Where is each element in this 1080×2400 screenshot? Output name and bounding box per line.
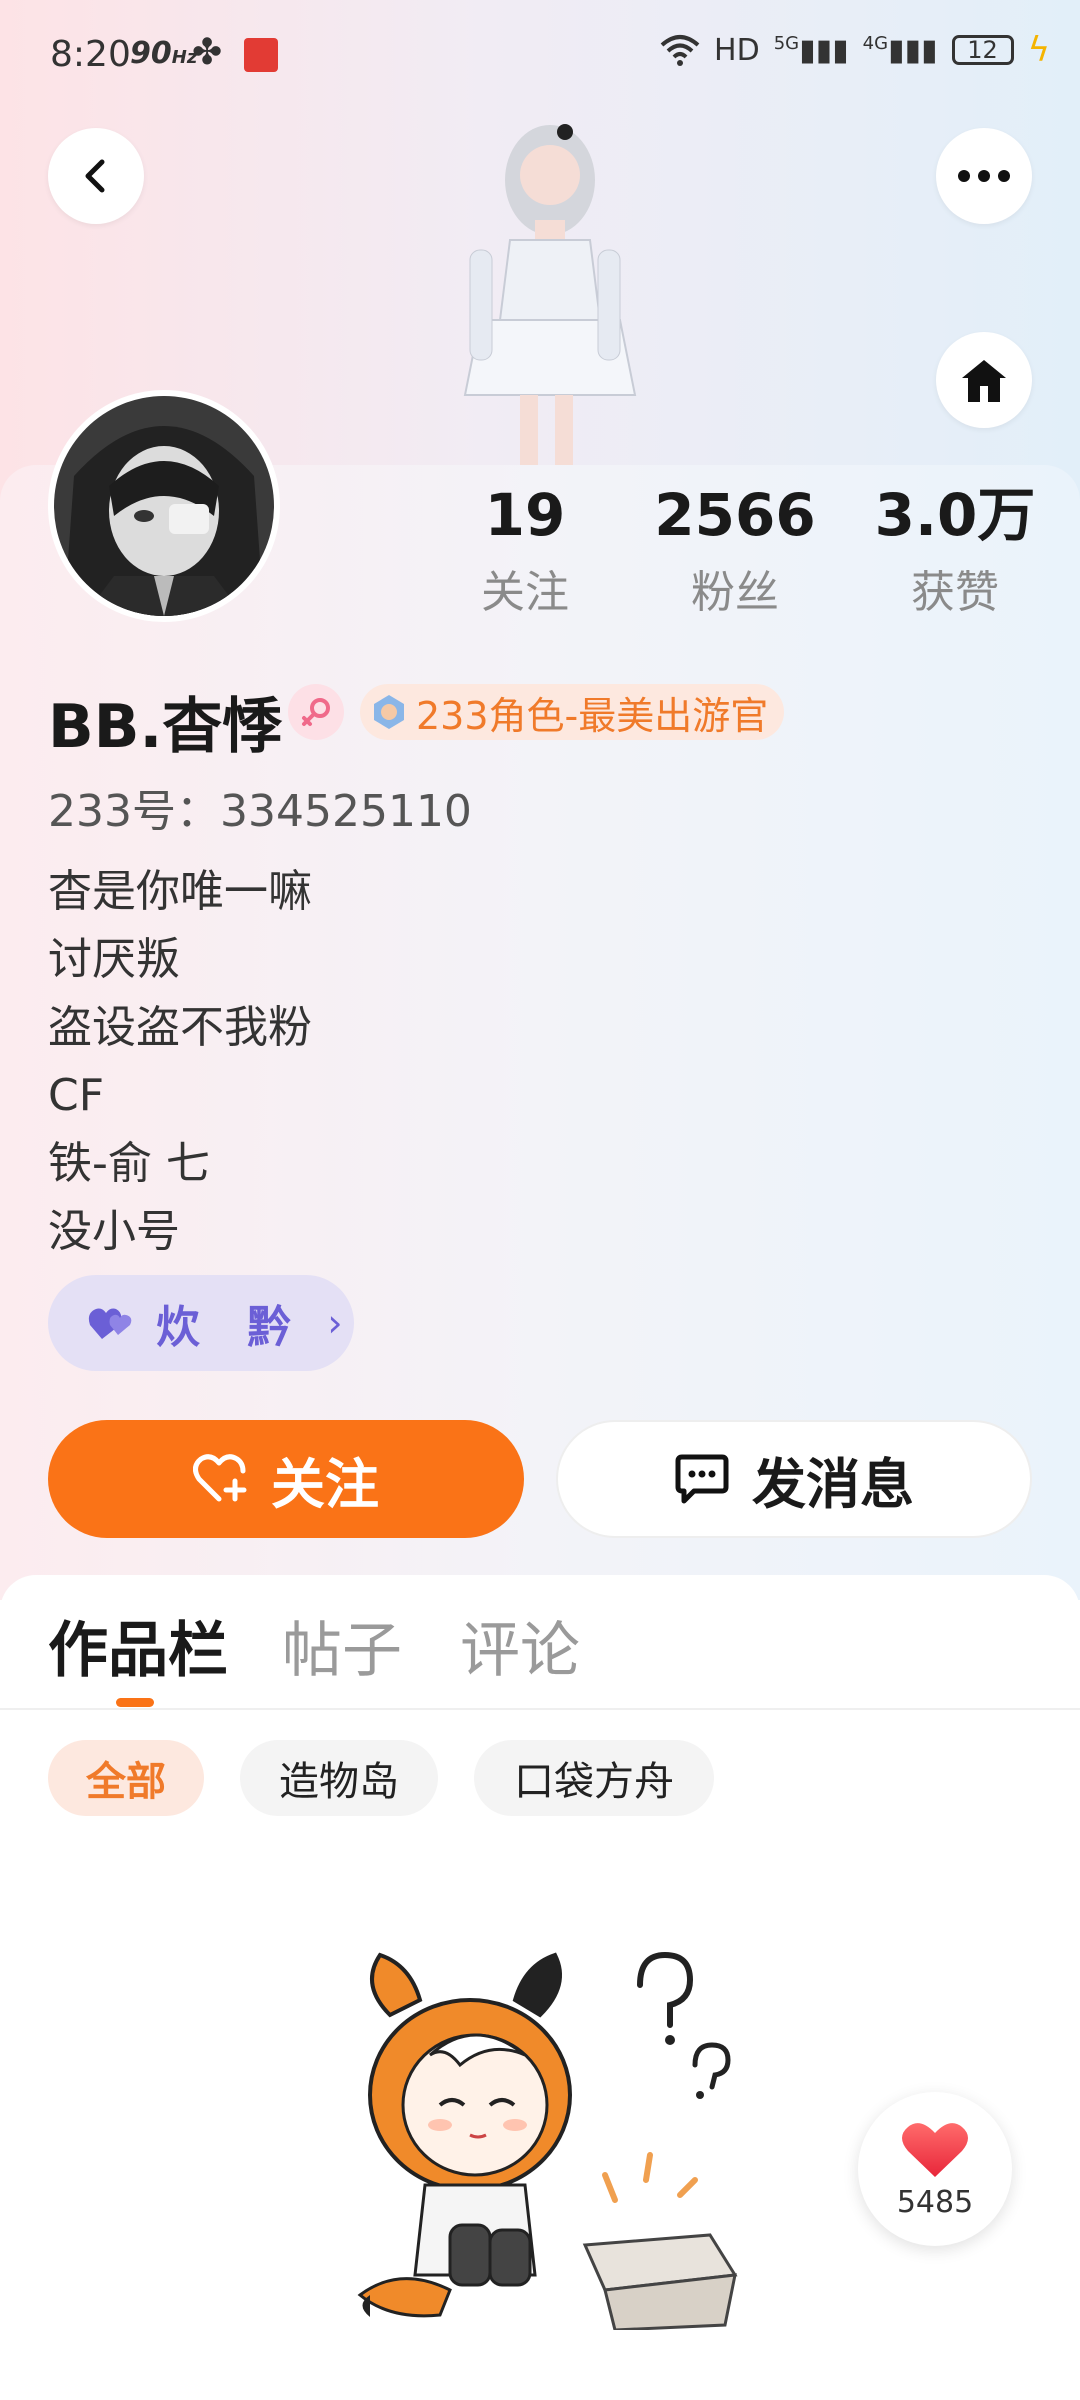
- stat-value: 19: [484, 481, 566, 549]
- home-icon: [962, 360, 1006, 402]
- filter-chip-pocket-ark[interactable]: 口袋方舟: [474, 1740, 714, 1816]
- signal-5g-label: 5G: [773, 32, 800, 54]
- stat-value: 2566: [654, 481, 816, 549]
- role-badge-icon: [374, 695, 404, 729]
- empty-state-illustration: [357, 1951, 738, 2330]
- stat-value: 3.0万: [874, 481, 1036, 549]
- stat-label: 关注: [481, 567, 569, 618]
- follow-button-label: 关注: [271, 1452, 379, 1516]
- like-count: 5485: [896, 2184, 974, 2220]
- female-symbol-icon: [302, 698, 330, 726]
- signal-bars-icon: ▮▮▮: [888, 32, 938, 68]
- group-pill[interactable]: 炊 黔 ›: [48, 1275, 354, 1371]
- chevron-right-icon: ›: [327, 1301, 343, 1345]
- status-bar: 8:20 90Hz ✤ HD 5G▮▮▮ 4G▮▮▮ 12 ϟ: [0, 0, 1080, 110]
- network-type: HD: [714, 32, 760, 68]
- signal-bars-icon: ▮▮▮: [799, 32, 849, 68]
- status-right: HD 5G▮▮▮ 4G▮▮▮ 12 ϟ: [660, 30, 1050, 70]
- user-id[interactable]: 233号：334525110: [48, 775, 472, 839]
- app-notification-icon: [244, 38, 278, 72]
- message-button[interactable]: 发消息: [556, 1420, 1032, 1538]
- follow-button[interactable]: 关注: [48, 1420, 524, 1538]
- signal-4g: 4G▮▮▮: [863, 33, 938, 68]
- message-button-label: 发消息: [752, 1452, 914, 1516]
- tabs-divider: [0, 1708, 1080, 1710]
- username: BB.杳悸: [48, 692, 283, 762]
- double-heart-icon: [88, 1308, 132, 1339]
- avatar-image: [54, 396, 274, 616]
- chat-bubble-icon: [675, 1454, 729, 1504]
- avatar-character-figure: [463, 124, 637, 465]
- filter-chip-creation-island[interactable]: 造物岛: [240, 1740, 438, 1816]
- like-fab[interactable]: 5485: [858, 2092, 1012, 2246]
- bio-line: 铁-俞 七: [48, 1138, 210, 1189]
- user-avatar[interactable]: [48, 390, 280, 622]
- stat-label: 获赞: [911, 567, 999, 618]
- status-time: 8:20: [50, 34, 131, 75]
- bio-line: 盗设盗不我粉: [48, 1002, 312, 1053]
- user-bio: 杳是你唯一嘛 讨厌叛 盗设盗不我粉 CF 铁-俞 七 没小号: [48, 858, 312, 1266]
- bio-line: CF: [48, 1070, 105, 1121]
- title-badge-text: 233角色-最美出游官: [416, 693, 769, 738]
- battery-icon: 12: [951, 35, 1014, 65]
- filter-chip-all[interactable]: 全部: [48, 1740, 204, 1816]
- more-options-button[interactable]: [936, 128, 1032, 224]
- tab-posts[interactable]: 帖子: [282, 1602, 402, 1689]
- more-dots-icon: [958, 170, 1010, 182]
- title-badge[interactable]: 233角色-最美出游官: [360, 684, 785, 740]
- tab-comments[interactable]: 评论: [460, 1602, 580, 1689]
- bio-line: 没小号: [48, 1206, 180, 1257]
- gender-female-icon: [288, 684, 344, 740]
- tab-works[interactable]: 作品栏: [48, 1602, 228, 1689]
- active-tab-indicator: [116, 1698, 154, 1707]
- chevron-left-icon: [85, 159, 105, 193]
- group-name: 炊 黔: [156, 1302, 308, 1353]
- stat-likes[interactable]: 3.0万 获赞: [850, 480, 1060, 620]
- fan-icon: ✤: [192, 32, 223, 73]
- home-button[interactable]: [936, 332, 1032, 428]
- heart-icon: [902, 2122, 968, 2177]
- heart-plus-icon: [193, 1454, 247, 1502]
- bio-line: 讨厌叛: [48, 934, 180, 985]
- bio-line: 杳是你唯一嘛: [48, 866, 312, 917]
- wifi-icon: [660, 35, 700, 66]
- signal-4g-label: 4G: [862, 32, 889, 54]
- back-button[interactable]: [48, 128, 144, 224]
- signal-5g: 5G▮▮▮: [774, 33, 849, 68]
- refresh-rate-value: 90: [130, 36, 172, 71]
- stat-followers[interactable]: 2566 粉丝: [630, 480, 840, 620]
- charging-icon: ϟ: [1027, 30, 1050, 70]
- refresh-rate: 90Hz: [130, 36, 197, 71]
- stat-label: 粉丝: [691, 567, 779, 618]
- stat-following[interactable]: 19 关注: [420, 480, 630, 620]
